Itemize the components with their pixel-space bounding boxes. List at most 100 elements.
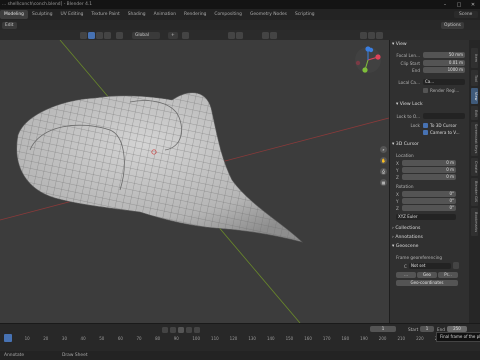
- view-lock-header[interactable]: ▾ View Lock: [396, 102, 469, 107]
- collections-header[interactable]: › Collections: [392, 226, 468, 231]
- xray-icon[interactable]: [270, 31, 277, 39]
- ruler-tick: 50: [99, 336, 105, 341]
- crs-settings-icon[interactable]: [453, 262, 459, 269]
- workspace-tab-texture-paint[interactable]: Texture Paint: [87, 10, 123, 19]
- overlay-icon[interactable]: [262, 31, 269, 39]
- ruler-tick: 210: [397, 336, 406, 341]
- snap-toggle[interactable]: +: [168, 31, 178, 39]
- rotation-mode-dropdown[interactable]: XYZ Euler: [396, 214, 456, 220]
- tab-edit[interactable]: Edit: [471, 106, 478, 120]
- viewport-nav-buttons: ⌕ ✋ ⎙ ▦: [380, 146, 388, 190]
- rotation-x-field[interactable]: 0°: [402, 191, 456, 197]
- focal-length-label: Focal Len...: [396, 53, 420, 58]
- pan-hand-icon[interactable]: ✋: [380, 157, 387, 164]
- workspace-tab-animation[interactable]: Animation: [150, 10, 180, 19]
- play-icon[interactable]: [178, 327, 184, 333]
- orientation-dropdown[interactable]: Global: [132, 31, 160, 39]
- edge-select-icon[interactable]: [96, 31, 103, 39]
- clip-end-field[interactable]: 1000 m: [423, 67, 465, 73]
- location-x-field[interactable]: 0 m: [402, 160, 456, 166]
- status-left: Annotate: [4, 353, 25, 358]
- view-section-header[interactable]: ▾ View: [392, 42, 468, 47]
- workspace-tab-modeling[interactable]: Modeling: [0, 10, 28, 19]
- face-select-icon[interactable]: [104, 31, 111, 39]
- workspace-tab-geometry-nodes[interactable]: Geometry Nodes: [246, 10, 291, 19]
- lock-to-object-field[interactable]: [423, 113, 465, 119]
- frame-ruler[interactable]: 0102030405060708090100110120130140150160…: [0, 336, 480, 345]
- crs-label: C: [404, 264, 407, 269]
- workspace-tab-uv-editing[interactable]: UV Editing: [57, 10, 88, 19]
- jump-end-icon[interactable]: [194, 327, 200, 333]
- select-mode-icon[interactable]: [88, 31, 95, 39]
- view-header-label: View: [395, 42, 407, 47]
- location-z-field[interactable]: 0 m: [402, 174, 456, 180]
- options-dropdown[interactable]: Options: [441, 21, 464, 29]
- shading-solid-icon[interactable]: [360, 31, 367, 39]
- geoscene-header[interactable]: ▾ Geoscene: [392, 244, 468, 249]
- ruler-tick: 90: [173, 336, 179, 341]
- location-label: Location: [396, 153, 414, 158]
- tab-tool[interactable]: Tool: [471, 70, 478, 86]
- tab-create[interactable]: Create: [471, 158, 478, 176]
- camera-to-view-checkbox[interactable]: [423, 130, 428, 135]
- workspace-tab-compositing[interactable]: Compositing: [210, 10, 246, 19]
- camera-view-icon[interactable]: ⎙: [380, 168, 387, 175]
- location-y-label: Y: [396, 168, 399, 173]
- ruler-tick: 180: [341, 336, 350, 341]
- tab-bookmarks[interactable]: Bookmarks: [471, 208, 478, 236]
- geo-coordinates-button[interactable]: Geo-coordinates: [396, 280, 458, 286]
- viewport-canvas[interactable]: [0, 40, 389, 323]
- maximize-button[interactable]: □: [452, 0, 466, 9]
- snap-target-icon[interactable]: [182, 31, 189, 39]
- scene-selector[interactable]: Scene: [454, 11, 478, 18]
- transform-pivot-icon[interactable]: [80, 31, 87, 39]
- step-back-icon[interactable]: [170, 327, 176, 333]
- rotation-y-field[interactable]: 0°: [402, 198, 456, 204]
- rotation-z-field[interactable]: 0°: [402, 205, 456, 211]
- start-frame-field[interactable]: 1: [420, 326, 434, 332]
- 3d-cursor-header[interactable]: ▾ 3D Cursor: [392, 142, 468, 147]
- title-bar: ... shell\conch\conch.blend] - Blender 4…: [0, 0, 480, 9]
- geo-button-2[interactable]: Geo: [417, 272, 437, 278]
- current-frame-field[interactable]: 1: [370, 326, 396, 332]
- location-y-field[interactable]: 0 m: [402, 167, 456, 173]
- sidebar-panel: ▾ View Focal Len... 50 mm Clip Start 0.0…: [389, 40, 469, 323]
- geo-button-3[interactable]: Pr...: [438, 272, 458, 278]
- local-camera-field[interactable]: Ca...: [423, 79, 465, 85]
- ruler-tick: 120: [229, 336, 238, 341]
- annotations-header[interactable]: › Annotations: [392, 235, 468, 240]
- zoom-icon[interactable]: ⌕: [380, 146, 387, 153]
- geo-button-1[interactable]: ...: [396, 272, 416, 278]
- workspace-tab-scripting[interactable]: Scripting: [291, 10, 319, 19]
- tab-view[interactable]: View: [471, 88, 478, 104]
- shading-render-icon[interactable]: [376, 31, 383, 39]
- 3d-viewport[interactable]: ⌕ ✋ ⎙ ▦: [0, 40, 389, 323]
- tab-blender-gis[interactable]: Blender GIS: [471, 178, 478, 206]
- workspace-tab-shading[interactable]: Shading: [124, 10, 150, 19]
- lock-3d-cursor-checkbox[interactable]: [423, 123, 428, 128]
- navigation-gizmo[interactable]: [355, 46, 381, 73]
- mode-dropdown[interactable]: Edit: [2, 21, 17, 29]
- workspace-tab-rendering[interactable]: Rendering: [180, 10, 210, 19]
- step-forward-icon[interactable]: [186, 327, 192, 333]
- shading-material-icon[interactable]: [368, 31, 375, 39]
- falloff-icon[interactable]: [236, 31, 243, 39]
- clip-start-field[interactable]: 0.01 m: [423, 60, 465, 66]
- workspace-bar: Modeling Sculpting UV Editing Texture Paint…: [0, 9, 480, 20]
- tab-item[interactable]: Item: [471, 48, 478, 68]
- perspective-grid-icon[interactable]: ▦: [380, 179, 387, 186]
- tool-settings-icon[interactable]: [116, 31, 123, 39]
- jump-start-icon[interactable]: [162, 327, 168, 333]
- focal-length-field[interactable]: 50 mm: [423, 52, 465, 58]
- tab-screencast-keys[interactable]: Screencast Keys: [471, 122, 478, 156]
- render-region-checkbox[interactable]: [423, 88, 428, 93]
- crs-dropdown[interactable]: Not set: [409, 263, 451, 269]
- shell-mesh[interactable]: [16, 92, 303, 243]
- playhead[interactable]: [4, 334, 12, 342]
- sidebar-tabs: Item Tool View Edit Screencast Keys Crea…: [469, 40, 480, 323]
- proportional-edit-icon[interactable]: [228, 31, 235, 39]
- workspace-tab-sculpting[interactable]: Sculpting: [28, 10, 57, 19]
- close-button[interactable]: ✕: [466, 0, 480, 9]
- ruler-tick: 80: [155, 336, 161, 341]
- minimize-button[interactable]: –: [438, 0, 452, 9]
